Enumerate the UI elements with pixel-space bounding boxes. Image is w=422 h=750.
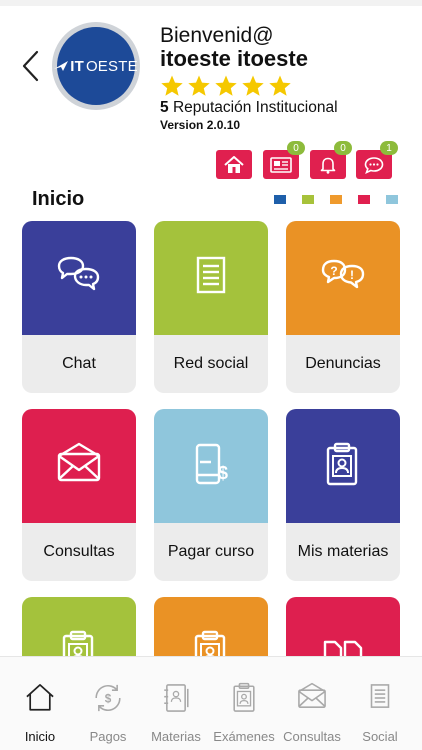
nav-item[interactable]: Inicio: [5, 657, 75, 750]
badge-clipboard-icon: [233, 682, 255, 712]
color-legend: [274, 195, 398, 204]
envelope-icon: [57, 442, 101, 482]
star-icon: [188, 75, 210, 96]
nav-item[interactable]: Exámenes: [209, 657, 279, 750]
status-bar-area: [0, 0, 422, 6]
svg-text:$: $: [218, 463, 228, 483]
clipboard-badge-icon: [326, 442, 358, 486]
nav-item-label: Exámenes: [213, 729, 275, 744]
document-icon: [370, 684, 390, 708]
menu-tile-label: Consultas: [43, 543, 115, 560]
menu-tile-label: Denuncias: [305, 355, 381, 372]
svg-text:!: !: [350, 268, 354, 282]
welcome-text: Bienvenid@: [160, 24, 274, 47]
notebook-icon: [164, 684, 189, 712]
bell-icon: [320, 157, 336, 174]
notifications-button[interactable]: 0: [310, 141, 352, 179]
home-icon: [224, 155, 244, 173]
nav-item-label: Inicio: [24, 729, 56, 744]
home-button[interactable]: [216, 150, 252, 179]
chat-bubble-icon: [364, 156, 384, 174]
messages-button[interactable]: 1: [356, 141, 398, 179]
username: itoeste itoeste: [160, 46, 308, 71]
menu-tile[interactable]: Chat: [22, 221, 136, 393]
back-button[interactable]: [18, 48, 44, 84]
section-title: Inicio: [32, 188, 85, 210]
phone-payment-icon: $: [195, 443, 228, 485]
newspaper-icon: [270, 156, 292, 173]
nav-item[interactable]: Social: [345, 657, 415, 750]
menu-tile[interactable]: Mis materias: [286, 409, 400, 581]
nav-item[interactable]: Consultas: [277, 657, 347, 750]
app-version: Version 2.0.10: [160, 118, 241, 132]
svg-text:?: ?: [330, 264, 337, 278]
rating-value: 5: [160, 99, 169, 116]
news-button[interactable]: 0: [263, 141, 305, 179]
svg-text:$: $: [105, 693, 112, 706]
document-icon: [196, 256, 226, 294]
nav-item[interactable]: $ Pagos: [73, 657, 143, 750]
chevron-left-icon: [22, 50, 39, 82]
star-icon: [242, 75, 264, 96]
home-icon: [26, 684, 54, 711]
rating-stars: [160, 74, 292, 98]
envelope-icon: [298, 682, 326, 708]
menu-tile[interactable]: ? ! Denuncias: [286, 221, 400, 393]
nav-item[interactable]: Materias: [141, 657, 211, 750]
nav-item-label: Consultas: [283, 729, 341, 744]
nav-item-label: Materias: [151, 729, 201, 744]
payment-cycle-icon: $: [95, 684, 121, 712]
nav-item-label: Social: [362, 729, 398, 744]
messages-badge: 1: [380, 141, 398, 155]
legend-dot: [386, 195, 398, 204]
menu-tile-label: Red social: [173, 355, 249, 372]
legend-dot: [330, 195, 342, 204]
legend-dot: [358, 195, 370, 204]
star-icon: [269, 75, 291, 96]
notifications-badge: 0: [334, 141, 352, 155]
logo-text-light: OESTE: [85, 57, 138, 75]
menu-tile-label: Pagar curso: [167, 543, 255, 560]
bottom-nav: Inicio $ Pagos Materias Exámenes Consult…: [0, 656, 422, 750]
chat-bubbles-icon: [57, 256, 100, 291]
star-icon: [161, 75, 183, 96]
report-bubbles-icon: ? !: [321, 259, 365, 289]
star-icon: [215, 75, 237, 96]
menu-tile[interactable]: Consultas: [22, 409, 136, 581]
menu-tile-label: Chat: [62, 355, 96, 372]
plane-icon: [54, 61, 69, 71]
institution-logo: IT OESTE: [52, 22, 140, 110]
rating-label: Reputación Institucional: [172, 99, 338, 116]
legend-dot: [302, 195, 314, 204]
menu-tile-label: Mis materias: [297, 543, 389, 560]
logo-text-bold: IT: [70, 57, 84, 75]
nav-item-label: Pagos: [89, 729, 127, 744]
menu-tile[interactable]: Red social: [154, 221, 268, 393]
legend-dot: [274, 195, 286, 204]
reputation-text: 5 Reputación Institucional: [160, 99, 338, 117]
menu-tile[interactable]: $ Pagar curso: [154, 409, 268, 581]
news-badge: 0: [287, 141, 305, 155]
